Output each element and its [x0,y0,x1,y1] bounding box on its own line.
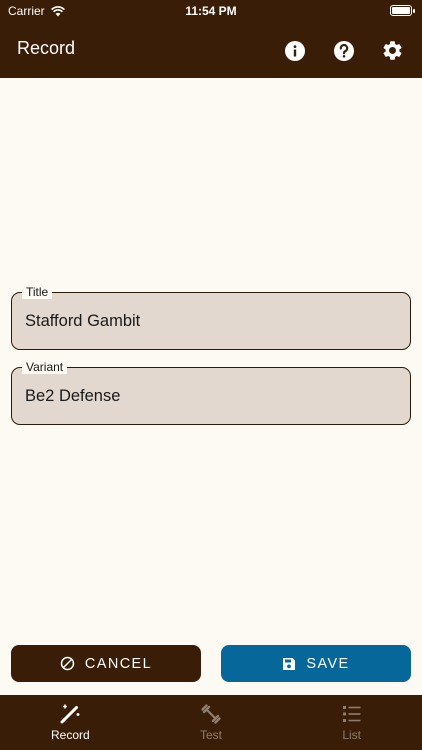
battery-icon [390,5,415,16]
save-icon [283,657,296,670]
bottom-tab-bar: Record Test List [0,695,422,750]
tab-record-label: Record [50,728,90,742]
variant-input[interactable] [25,387,395,406]
variant-field[interactable]: Variant [11,360,411,425]
tab-list-label: List [342,728,362,742]
gear-icon [383,41,402,60]
clock: 11:54 PM [185,4,237,18]
help-button[interactable] [330,37,357,64]
tab-test-label: Test [200,728,223,742]
block-icon [60,656,75,671]
info-icon [284,40,305,61]
tab-record[interactable]: Record [0,695,141,750]
dumbbell-icon [201,704,221,724]
save-button[interactable]: SAVE [221,645,411,682]
list-icon [342,706,361,722]
tab-test[interactable]: Test [141,695,282,750]
top-app-bar: Carrier 11:54 PM Record [0,0,422,78]
title-field[interactable]: Title [11,285,411,350]
variant-field-label: Variant [22,360,68,374]
status-bar: Carrier 11:54 PM [0,0,422,22]
appbar-actions [281,37,406,64]
tab-list[interactable]: List [281,695,422,750]
title-field-label: Title [22,285,53,299]
help-icon [333,40,354,61]
page-title: Record [17,38,76,58]
title-input[interactable] [25,312,395,331]
settings-button[interactable] [379,37,406,64]
cancel-button[interactable]: CANCEL [11,645,201,682]
save-button-label: SAVE [306,655,350,672]
info-button[interactable] [281,37,308,64]
magic-wand-icon [60,704,80,724]
cancel-button-label: CANCEL [84,655,153,672]
